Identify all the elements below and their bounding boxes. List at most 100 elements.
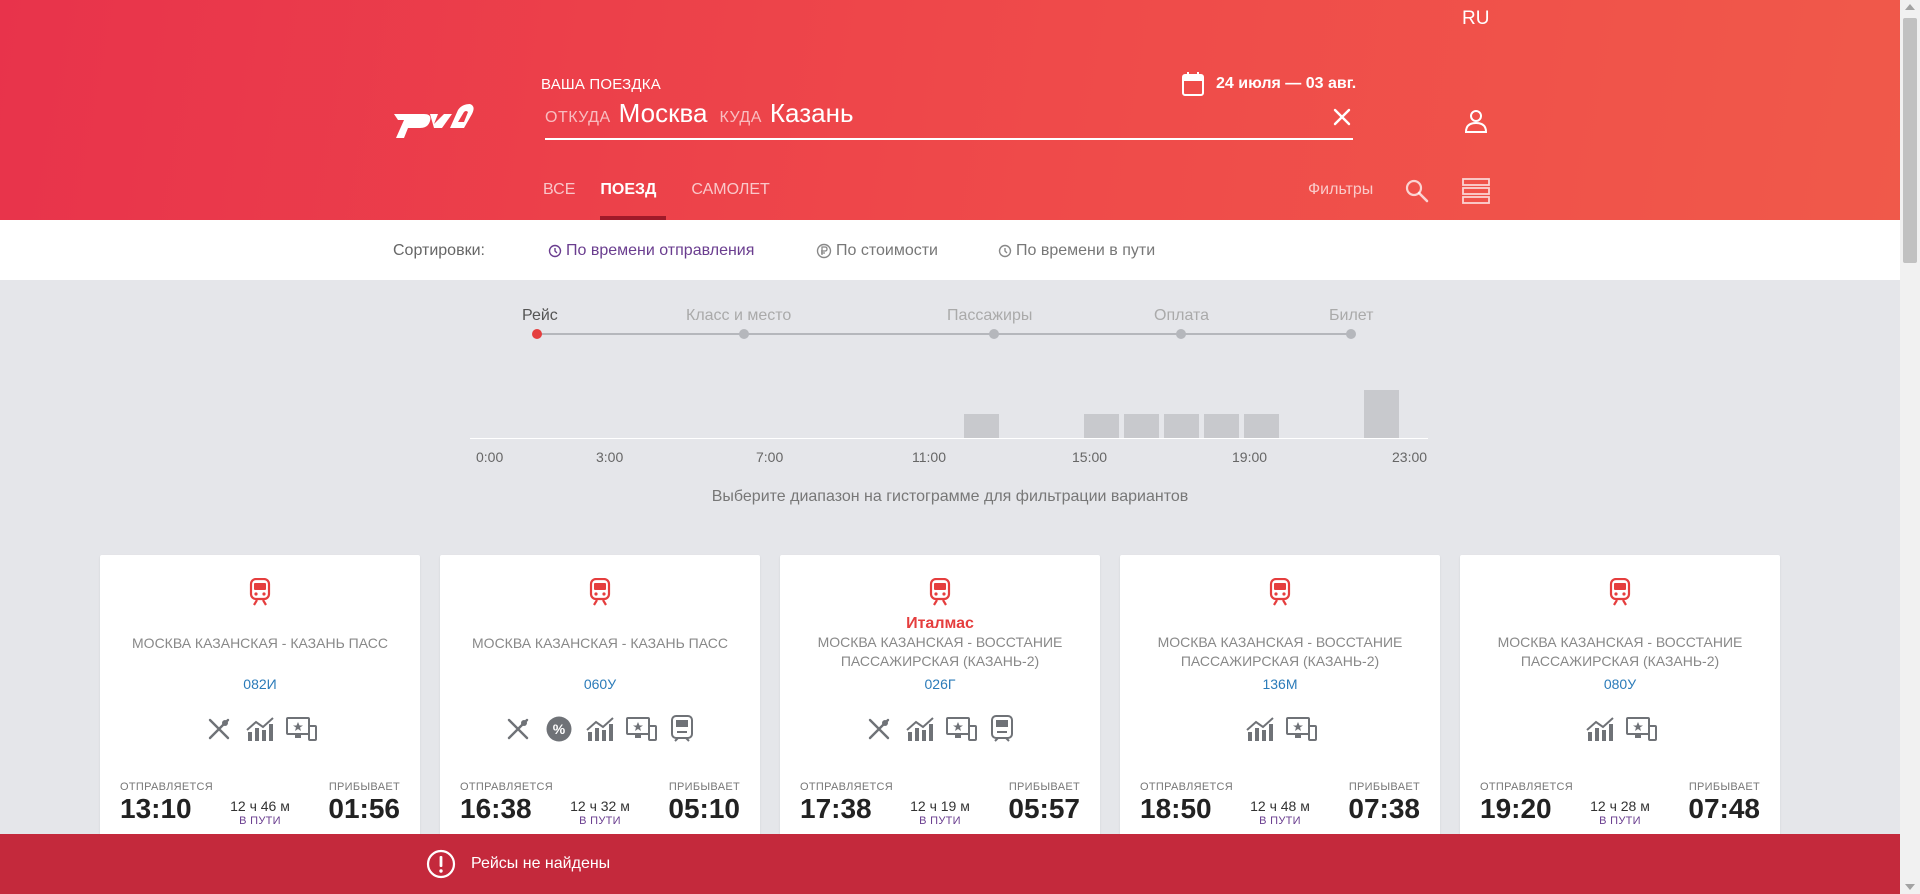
language-switch[interactable]: RU <box>1462 8 1489 30</box>
step-passengers: Пассажиры <box>947 307 1033 324</box>
train-card[interactable]: МОСКВА КАЗАНСКАЯ - КАЗАНЬ ПАСС 082И ОТПР… <box>100 555 420 845</box>
tab-train[interactable]: ПОЕЗД <box>600 174 667 220</box>
train-car-icon <box>666 713 698 745</box>
filters-button[interactable]: Фильтры <box>1308 181 1373 199</box>
ruble-icon <box>816 243 832 259</box>
hist-tick: 15:00 <box>1072 449 1108 465</box>
sort-by-departure[interactable]: По времени отправления <box>548 242 754 260</box>
departure-label: ОТПРАВЛЯЕТСЯ <box>1480 781 1574 793</box>
route-name: МОСКВА КАЗАНСКАЯ - КАЗАНЬ ПАСС <box>132 635 388 651</box>
trend-icon <box>1244 713 1276 745</box>
to-label: КУДА <box>719 109 762 126</box>
histogram-bar[interactable] <box>1124 414 1159 438</box>
arrival-label: ПРИБЫВАЕТ <box>1348 781 1420 793</box>
calendar-icon <box>1182 72 1204 96</box>
arrival-label: ПРИБЫВАЕТ <box>1688 781 1760 793</box>
train-icon <box>1608 577 1632 606</box>
hist-tick: 7:00 <box>756 449 784 465</box>
sort-by-departure-label: По времени отправления <box>566 242 755 259</box>
discount-icon: % <box>543 713 575 745</box>
trend-icon <box>1584 713 1616 745</box>
train-card[interactable]: МОСКВА КАЗАНСКАЯ - ВОССТАНИЕ ПАССАЖИРСКА… <box>1120 555 1440 845</box>
amenities <box>1120 713 1440 745</box>
histogram-bar[interactable] <box>1244 414 1279 438</box>
scroll-up-icon[interactable] <box>1905 4 1915 10</box>
histogram-bar[interactable] <box>1084 414 1119 438</box>
histogram-bar[interactable] <box>1204 414 1239 438</box>
arrival-label: ПРИБЫВАЕТ <box>1008 781 1080 793</box>
close-icon[interactable] <box>1331 106 1353 128</box>
step-dot-passengers <box>989 329 999 339</box>
media-icon <box>1285 713 1317 745</box>
arrival-label: ПРИБЫВАЕТ <box>668 781 740 793</box>
date-range[interactable]: 24 июля — 03 авг. <box>1182 72 1356 96</box>
step-trip: Рейс <box>522 307 558 324</box>
scrollbar-thumb[interactable] <box>1903 18 1917 263</box>
hist-tick: 19:00 <box>1232 449 1268 465</box>
arrival-time: 01:56 <box>328 793 400 824</box>
route-name: МОСКВА КАЗАНСКАЯ - ВОССТАНИЕ ПАССАЖИРСКА… <box>1497 634 1743 669</box>
histogram-bar[interactable] <box>1164 414 1199 438</box>
to-city[interactable]: Казань <box>770 98 854 129</box>
step-ticket: Билет <box>1329 307 1374 324</box>
train-icon <box>588 577 612 606</box>
route-field[interactable]: ОТКУДА Москва КУДА Казань <box>545 98 1353 140</box>
step-dot-trip <box>532 329 542 339</box>
arrival-label: ПРИБЫВАЕТ <box>328 781 400 793</box>
train-number[interactable]: 136М <box>1120 676 1440 692</box>
page-scrollbar[interactable] <box>1900 0 1920 894</box>
alert-icon <box>426 849 456 879</box>
amenities <box>100 713 420 745</box>
tab-plane[interactable]: САМОЛЕТ <box>691 174 769 220</box>
from-city[interactable]: Москва <box>619 98 708 129</box>
train-icon <box>248 577 272 606</box>
clock-icon <box>998 244 1012 258</box>
hist-tick: 0:00 <box>476 449 504 465</box>
step-class: Класс и место <box>686 307 792 324</box>
notification-message: Рейсы не найдены <box>471 855 611 872</box>
departure-label: ОТПРАВЛЯЕТСЯ <box>460 781 554 793</box>
train-number[interactable]: 082И <box>100 676 420 692</box>
restaurant-icon <box>863 713 895 745</box>
arrival-time: 07:38 <box>1348 793 1420 824</box>
search-icon[interactable] <box>1404 178 1430 204</box>
departure-label: ОТПРАВЛЯЕТСЯ <box>800 781 894 793</box>
departure-label: ОТПРАВЛЯЕТСЯ <box>120 781 214 793</box>
histogram-hint: Выберите диапазон на гистограмме для фил… <box>711 488 1189 505</box>
arrival-time: 07:48 <box>1688 793 1760 824</box>
sort-by-duration[interactable]: По времени в пути <box>998 242 1155 260</box>
svg-text:%: % <box>553 721 566 737</box>
media-icon <box>285 713 317 745</box>
train-card[interactable]: МОСКВА КАЗАНСКАЯ - ВОССТАНИЕ ПАССАЖИРСКА… <box>1460 555 1780 845</box>
header: RU ВАША ПОЕЗДКА 24 июля — 03 авг. ОТКУДА… <box>0 0 1900 220</box>
histogram-baseline <box>470 438 1428 439</box>
media-icon <box>625 713 657 745</box>
train-card[interactable]: Италмас МОСКВА КАЗАНСКАЯ - ВОССТАНИЕ ПАС… <box>780 555 1100 845</box>
scroll-down-icon[interactable] <box>1905 884 1915 890</box>
transport-tabs: ВСЕ ПОЕЗД САМОЛЕТ <box>543 174 795 220</box>
trend-icon <box>904 713 936 745</box>
amenities <box>1460 713 1780 745</box>
date-range-text: 24 июля — 03 авг. <box>1216 75 1357 92</box>
hist-tick: 11:00 <box>912 449 946 465</box>
train-card[interactable]: МОСКВА КАЗАНСКАЯ - КАЗАНЬ ПАСС 060У % ОТ… <box>440 555 760 845</box>
list-view-icon[interactable] <box>1462 178 1490 204</box>
sort-by-price[interactable]: По стоимости <box>816 242 938 260</box>
train-number[interactable]: 080У <box>1460 676 1780 692</box>
train-number[interactable]: 026Г <box>780 676 1100 692</box>
notification-bar: Рейсы не найдены <box>0 834 1900 894</box>
restaurant-icon <box>203 713 235 745</box>
rzd-logo[interactable] <box>392 100 474 140</box>
train-brand: Италмас <box>906 615 974 632</box>
restaurant-icon <box>502 713 534 745</box>
tab-all[interactable]: ВСЕ <box>543 174 575 220</box>
hist-tick: 23:00 <box>1392 449 1428 465</box>
step-payment: Оплата <box>1154 307 1210 324</box>
sort-by-duration-label: По времени в пути <box>1016 242 1156 259</box>
user-icon[interactable] <box>1464 108 1488 134</box>
train-number[interactable]: 060У <box>440 676 760 692</box>
histogram-bar[interactable] <box>964 414 999 438</box>
route-name: МОСКВА КАЗАНСКАЯ - ВОССТАНИЕ ПАССАЖИРСКА… <box>1157 634 1403 669</box>
steps-line <box>537 333 1351 335</box>
histogram-bar[interactable] <box>1364 390 1399 438</box>
